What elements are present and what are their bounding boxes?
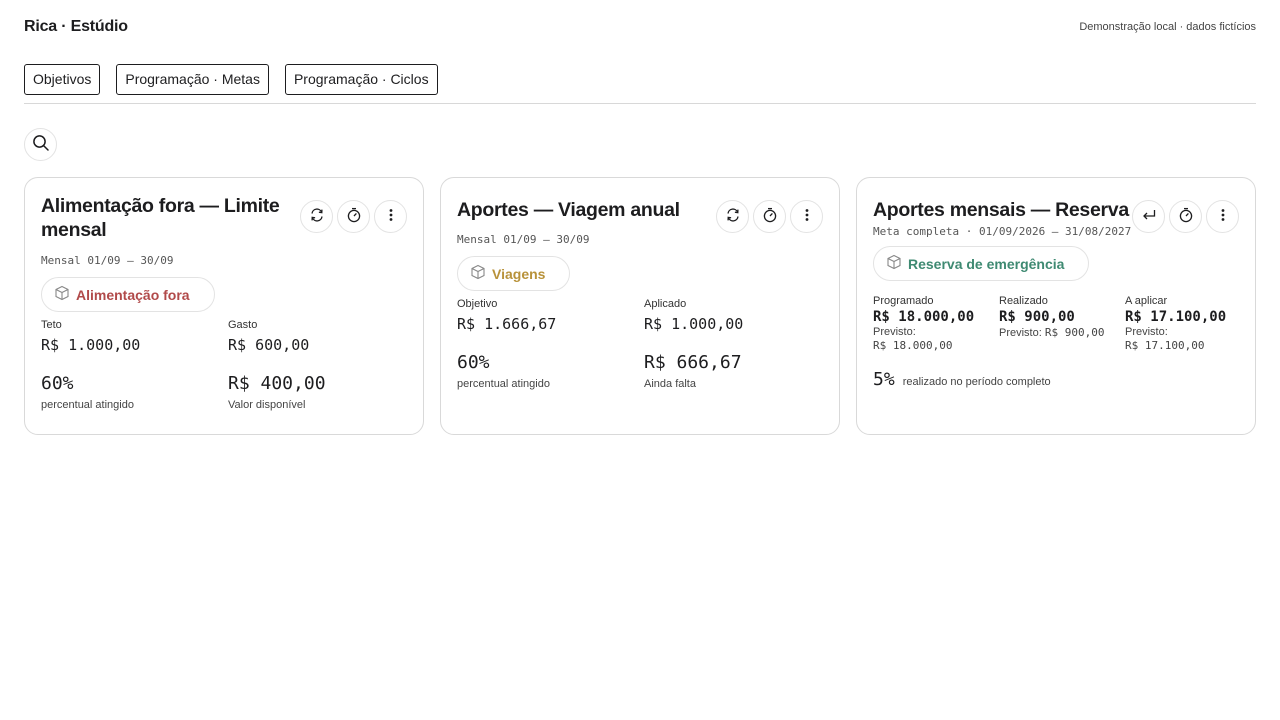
card-title: Aportes — Viagem anual	[457, 199, 680, 221]
card-stats: Teto R$ 1.000,00 60% percentual atingido…	[41, 318, 407, 412]
forecast-value: R$ 900,00	[1044, 326, 1105, 339]
goal-card-viagem: Aportes — Viagem anual Mensal 01/09 – 30…	[440, 177, 840, 435]
stat-label: Realizado	[999, 295, 1048, 307]
percent-label: percentual atingido	[41, 399, 134, 411]
stat-label: A aplicar	[1125, 295, 1168, 307]
stat-label: Gasto	[228, 319, 258, 331]
tabs-divider	[24, 103, 1256, 104]
card-actions	[300, 200, 407, 233]
stat-value: R$ 600,00	[228, 336, 310, 354]
forecast-label: Previsto:	[1125, 326, 1168, 338]
more-button[interactable]	[1206, 200, 1239, 233]
stat-value: R$ 1.666,67	[457, 315, 557, 333]
remaining-label: Ainda falta	[644, 378, 696, 390]
box-icon	[470, 264, 486, 283]
card-actions	[1132, 200, 1239, 233]
remaining-value: R$ 666,67	[644, 352, 742, 373]
box-icon	[886, 254, 902, 273]
category-label: Viagens	[492, 265, 546, 282]
stat-value: R$ 18.000,00	[873, 309, 975, 325]
forecast-value: R$ 17.100,00	[1125, 339, 1205, 352]
tab-objetivos[interactable]: Objetivos	[24, 64, 101, 95]
stat-programado: Programado R$ 18.000,00 Previsto: R$ 18.…	[873, 294, 999, 353]
card-title: Aportes mensais — Reserva	[873, 199, 1129, 221]
card-title: Alimentação fora — Limite mensal	[41, 195, 280, 241]
stat-a-aplicar: A aplicar R$ 17.100,00 Previsto: R$ 17.1…	[1125, 294, 1241, 353]
stat-right: Gasto R$ 600,00 R$ 400,00 Valor disponív…	[228, 318, 398, 412]
forecast-value: R$ 18.000,00	[873, 339, 953, 352]
timer-button[interactable]	[337, 200, 370, 233]
remaining-value: R$ 400,00	[228, 373, 326, 394]
category-label: Alimentação fora	[76, 286, 190, 303]
category-label: Reserva de emergência	[908, 255, 1065, 272]
tab-bar: Objetivos Programação · Metas Programaçã…	[24, 64, 438, 95]
stat-left: Objetivo R$ 1.666,67 60% percentual atin…	[457, 297, 644, 391]
stat-label: Aplicado	[644, 298, 687, 310]
category-chip[interactable]: Reserva de emergência	[873, 246, 1090, 281]
stat-value: R$ 900,00	[999, 309, 1075, 325]
category-chip[interactable]: Alimentação fora	[41, 277, 215, 312]
stat-realizado: Realizado R$ 900,00 Previsto: R$ 900,00	[999, 294, 1125, 353]
percent-value: 60%	[457, 352, 490, 373]
return-icon	[1141, 207, 1157, 226]
timer-icon	[762, 207, 778, 226]
category-chip[interactable]: Viagens	[457, 256, 571, 291]
timer-icon	[346, 207, 362, 226]
search-icon	[32, 134, 50, 155]
more-vertical-icon	[383, 207, 399, 226]
demo-note: Demonstração local · dados fictícios	[1079, 21, 1256, 33]
forecast-line: Previsto: R$ 900,00	[999, 326, 1125, 340]
percent-value: 5%	[873, 369, 895, 390]
timer-button[interactable]	[1169, 200, 1202, 233]
forecast-label: Previsto:	[999, 327, 1042, 339]
refresh-icon	[309, 207, 325, 226]
refresh-button[interactable]	[300, 200, 333, 233]
percent-value: 60%	[41, 373, 74, 394]
stat-value: R$ 17.100,00	[1125, 309, 1227, 325]
stat-right: Aplicado R$ 1.000,00 R$ 666,67 Ainda fal…	[644, 297, 814, 391]
timer-button[interactable]	[753, 200, 786, 233]
stat-left: Teto R$ 1.000,00 60% percentual atingido	[41, 318, 228, 412]
card-stats: Programado R$ 18.000,00 Previsto: R$ 18.…	[873, 294, 1239, 353]
stat-value: R$ 1.000,00	[644, 315, 744, 333]
percent-row: 5% realizado no período completo	[873, 369, 1239, 390]
stat-label: Programado	[873, 295, 934, 307]
card-period: Mensal 01/09 – 30/09	[41, 254, 174, 267]
goal-card-reserva: Aportes mensais — Reserva Meta completa …	[856, 177, 1256, 435]
box-icon	[54, 285, 70, 304]
refresh-button[interactable]	[716, 200, 749, 233]
stat-value: R$ 1.000,00	[41, 336, 141, 354]
goal-card-alimentacao: Alimentação fora — Limite mensal Mensal …	[24, 177, 424, 435]
more-vertical-icon	[1215, 207, 1231, 226]
stat-label: Teto	[41, 319, 62, 331]
search-button[interactable]	[24, 128, 57, 161]
stat-label: Objetivo	[457, 298, 498, 310]
more-vertical-icon	[799, 207, 815, 226]
more-button[interactable]	[790, 200, 823, 233]
tab-programacao-ciclos[interactable]: Programação · Ciclos	[284, 64, 438, 95]
card-period: Mensal 01/09 – 30/09	[457, 233, 590, 246]
more-button[interactable]	[374, 200, 407, 233]
refresh-icon	[725, 207, 741, 226]
return-button[interactable]	[1132, 200, 1165, 233]
percent-label: realizado no período completo	[902, 376, 1051, 388]
timer-icon	[1178, 207, 1194, 226]
tab-programacao-metas[interactable]: Programação · Metas	[116, 64, 269, 95]
forecast-label: Previsto:	[873, 326, 916, 338]
card-actions	[716, 200, 823, 233]
brand: Rica · Estúdio	[24, 18, 128, 35]
remaining-label: Valor disponível	[228, 399, 306, 411]
percent-label: percentual atingido	[457, 378, 550, 390]
card-stats: Objetivo R$ 1.666,67 60% percentual atin…	[457, 297, 823, 391]
